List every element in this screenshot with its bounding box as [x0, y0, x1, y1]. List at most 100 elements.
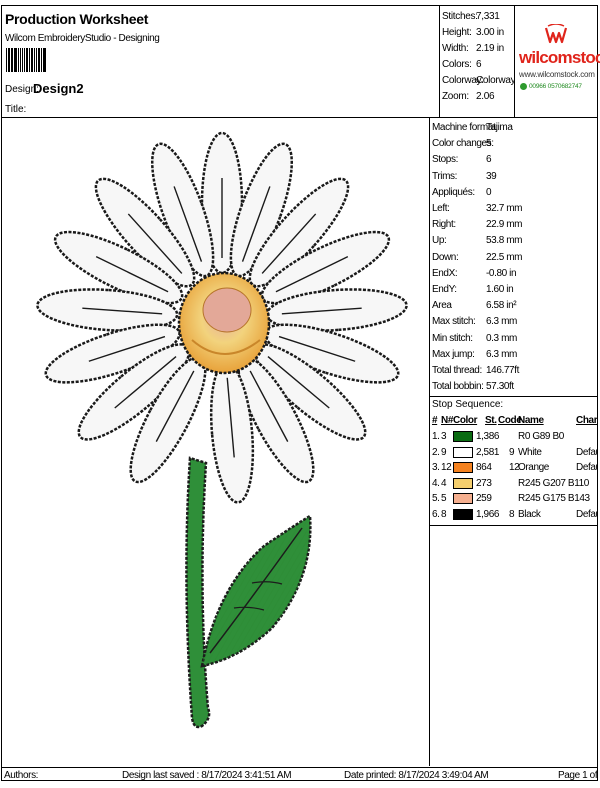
stat-row: Min stitch: 0.3 mm	[432, 333, 517, 344]
row-stitches: 1,386	[476, 431, 500, 442]
summary-row: Stitches:7,331	[442, 11, 500, 22]
stat-label: Total bobbin:	[432, 381, 484, 393]
stat-row: EndY: 1.60 in	[432, 284, 514, 295]
daisy-embroidery-image	[36, 131, 408, 729]
stat-row: Trims: 39	[432, 170, 497, 182]
row-num: 4.	[432, 477, 440, 489]
summary-label: Stitches:	[442, 11, 478, 22]
barcode-icon	[6, 48, 47, 72]
design-preview	[2, 118, 430, 766]
stat-row: Total bobbin: 57.30ft	[432, 381, 514, 392]
row-n: 8	[441, 508, 447, 520]
summary-value: Colorway 1	[476, 75, 515, 86]
stat-value: 0.3 mm	[486, 332, 517, 344]
stat-value: 22.5 mm	[486, 251, 523, 263]
row-chart: Default	[576, 508, 597, 520]
stat-value: 5	[486, 138, 492, 150]
stat-label: Down:	[432, 251, 459, 263]
stat-label: Left:	[432, 203, 450, 214]
stat-label: Area	[432, 300, 452, 312]
row-num: 1.	[432, 431, 440, 442]
stat-label: Color changes:	[432, 138, 494, 150]
logo-text: wilcomstock	[519, 48, 600, 67]
row-name: White	[518, 446, 542, 458]
summary-label: Width:	[442, 43, 469, 54]
row-n: 3	[441, 431, 447, 442]
stat-row: Down: 22.5 mm	[432, 251, 523, 263]
stat-label: Right:	[432, 219, 456, 231]
stat-row: Machine format:Tajima	[432, 122, 513, 133]
header-info: Production Worksheet Wilcom EmbroiderySt…	[2, 6, 440, 117]
stat-label: Total thread:	[432, 365, 482, 376]
summary-value: 6	[476, 59, 482, 70]
summary-row: Height: 3.00 in	[442, 27, 504, 38]
stat-value: 6.3 mm	[486, 348, 517, 360]
summary-value: 2.19 in	[476, 43, 504, 54]
summary-label: Height:	[442, 27, 472, 38]
stat-label: Machine format:	[432, 122, 498, 133]
stat-row: Left: 32.7 mm	[432, 203, 523, 214]
logo-area: wilcomstock www.wilcomstock.com 00966 05…	[515, 6, 600, 117]
summary-label: Colors:	[442, 59, 472, 70]
wilcom-logo-icon	[544, 24, 568, 44]
stat-value: 6.58 in²	[486, 300, 517, 312]
stat-row: Up: 53.8 mm	[432, 235, 523, 247]
table-row: 3.1286412OrangeDefault	[430, 462, 597, 476]
row-stitches: 1,966	[476, 508, 500, 520]
logo-url: www.wilcomstock.com	[519, 70, 595, 79]
stat-label: Min stitch:	[432, 332, 473, 344]
design-name: Design2	[33, 81, 84, 96]
stat-value: 6.3 mm	[486, 316, 517, 328]
col-chart: Chart	[576, 415, 597, 426]
stat-value: 146.77ft	[486, 365, 519, 376]
table-row: 4. 4 273 R245 G207 B110	[430, 477, 597, 492]
stat-label: Trims:	[432, 170, 457, 182]
row-n: 12	[441, 462, 452, 473]
color-swatch	[453, 493, 473, 504]
stat-label: Max stitch:	[432, 316, 476, 328]
summary-value: 7,331	[476, 11, 500, 22]
col-st: St.	[485, 415, 497, 426]
row-num: 2.	[432, 446, 440, 458]
stat-value: 32.7 mm	[486, 203, 523, 214]
stat-value: 39	[486, 170, 497, 182]
stat-row: Max jump: 6.3 mm	[432, 349, 517, 360]
color-swatch	[453, 431, 473, 442]
row-name: R0 G89 B0	[518, 431, 564, 442]
row-num: 6.	[432, 508, 440, 520]
whatsapp-icon	[520, 83, 527, 90]
stat-value: -0.80 in	[486, 267, 517, 279]
stat-row: Max stitch: 6.3 mm	[432, 316, 517, 327]
stop-sequence-title: Stop Sequence:	[432, 399, 504, 410]
row-name: Black	[518, 508, 541, 520]
worksheet-header: Production Worksheet Wilcom EmbroiderySt…	[2, 6, 600, 118]
row-name: R245 G175 B143	[518, 493, 590, 504]
stat-label: Stops:	[432, 154, 458, 166]
stat-label: Appliqués:	[432, 186, 475, 198]
stat-value: 1.60 in	[486, 284, 514, 295]
color-swatch	[453, 477, 473, 489]
stat-row: Area 6.58 in²	[432, 300, 517, 312]
stat-row: Appliqués: 0	[432, 186, 492, 198]
page-title: Production Worksheet	[5, 11, 149, 27]
col-color: Color	[453, 415, 478, 426]
title-label: Title:	[5, 104, 27, 115]
row-chart: Default	[576, 462, 597, 473]
row-n: 4	[441, 477, 447, 489]
color-swatch	[453, 508, 473, 520]
row-num: 3.	[432, 462, 440, 473]
stat-value: 53.8 mm	[486, 235, 523, 247]
summary-row: Width: 2.19 in	[442, 43, 504, 54]
app-subtitle: Wilcom EmbroideryStudio - Designing	[5, 33, 160, 44]
page-number: Page 1 of 1	[558, 770, 600, 781]
row-chart: Default	[576, 446, 597, 458]
summary-label: Colorway:	[442, 75, 484, 86]
col-n: N#	[441, 415, 453, 426]
summary-panel: Stitches:7,331 Height: 3.00 in Width: 2.19 i…	[440, 6, 515, 117]
summary-row: Colorway:Colorway 1	[442, 75, 515, 86]
last-saved: Design last saved : 8/17/2024 3:41:51 AM	[122, 770, 292, 781]
stat-label: EndX:	[432, 267, 458, 279]
stat-label: Up:	[432, 235, 447, 247]
row-code: 8	[509, 508, 515, 520]
stop-sequence-header: # N# Color St. Code Name Chart	[430, 415, 597, 429]
